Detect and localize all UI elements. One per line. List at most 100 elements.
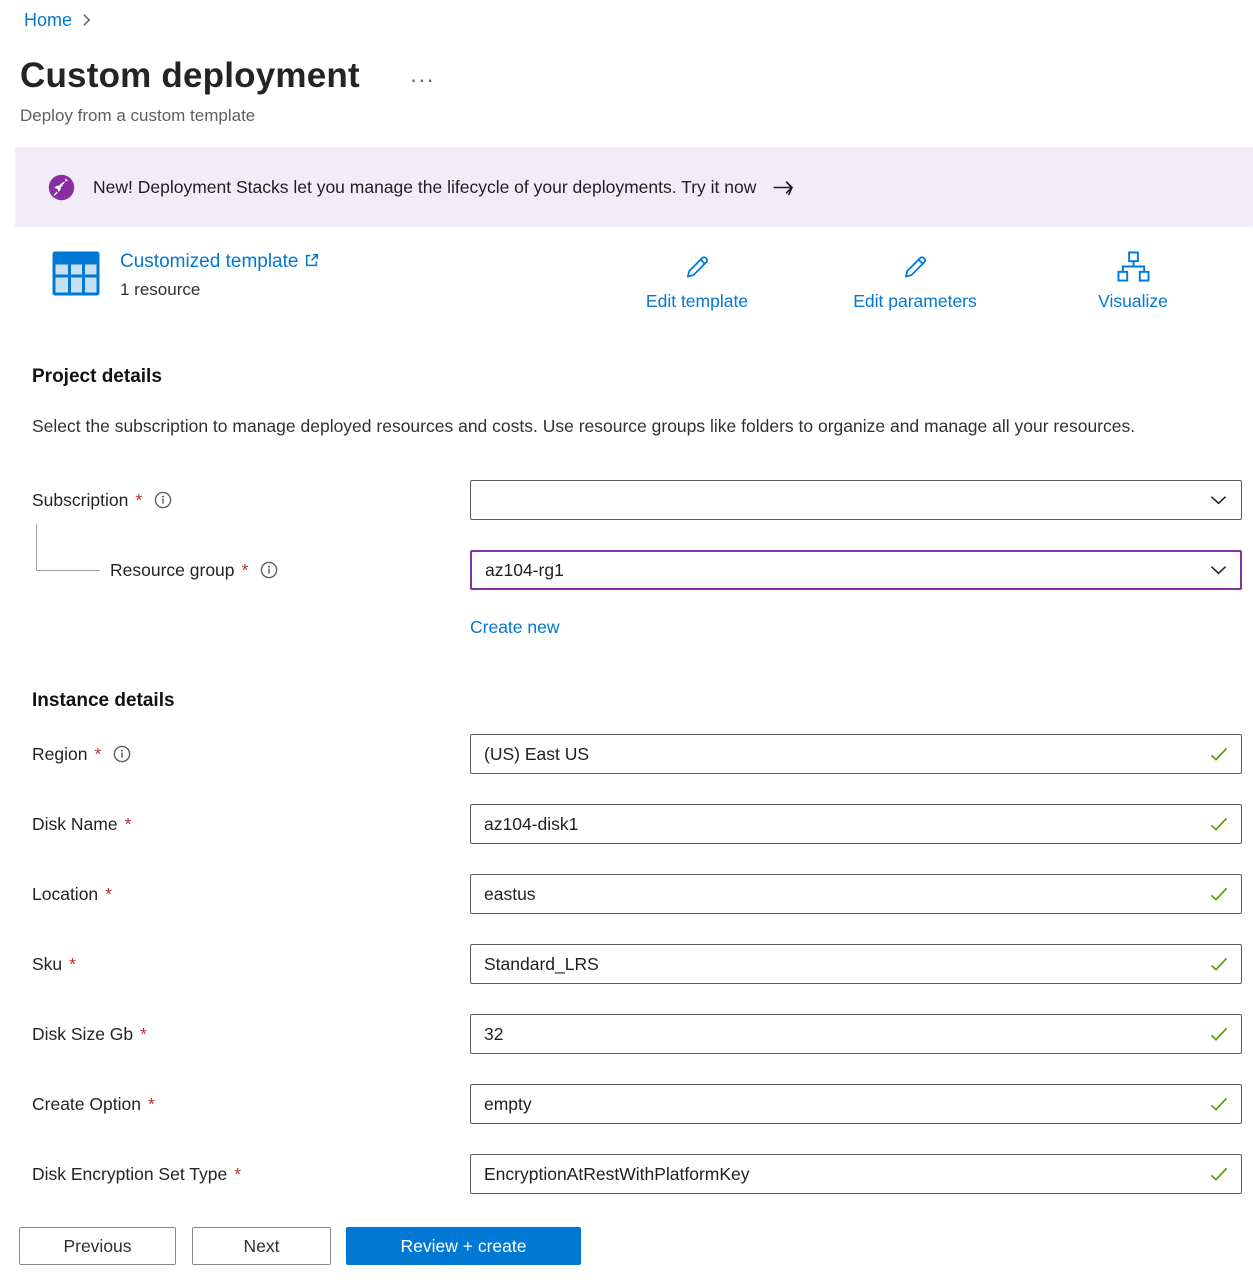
disk-encryption-set-type-input[interactable]: [470, 1154, 1242, 1194]
region-input[interactable]: [470, 734, 1242, 774]
region-field: [470, 734, 1242, 774]
disk-encryption-set-type-field: [470, 1154, 1242, 1194]
region-row: Region *: [32, 734, 1242, 774]
location-field: [470, 874, 1242, 914]
disk-size-row: Disk Size Gb *: [32, 1014, 1242, 1054]
parent-child-connector-line: [36, 524, 100, 571]
chevron-down-icon: [1210, 495, 1227, 505]
template-resource-count: 1 resource: [120, 280, 319, 300]
required-asterisk: *: [140, 1024, 147, 1045]
previous-button[interactable]: Previous: [19, 1227, 176, 1265]
create-option-input[interactable]: [470, 1084, 1242, 1124]
title-row: Custom deployment ···: [20, 56, 1242, 96]
resource-group-select[interactable]: az104-rg1: [470, 550, 1242, 590]
valid-check-icon: [1209, 747, 1229, 762]
page-content: Home Custom deployment ··· Deploy from a…: [0, 0, 1253, 1194]
footer-action-bar: Previous Next Review + create: [0, 1212, 1253, 1280]
valid-check-icon: [1209, 887, 1229, 902]
required-asterisk: *: [135, 490, 142, 511]
edit-template-button[interactable]: Edit template: [588, 251, 806, 312]
template-icon: [52, 251, 100, 301]
required-asterisk: *: [69, 954, 76, 975]
project-details-description: Select the subscription to manage deploy…: [32, 411, 1180, 442]
resource-group-value: az104-rg1: [485, 560, 564, 581]
pencil-icon: [900, 251, 931, 282]
valid-check-icon: [1209, 817, 1229, 832]
info-icon[interactable]: [113, 745, 131, 763]
resource-group-field: az104-rg1: [470, 550, 1242, 590]
disk-size-input[interactable]: [470, 1014, 1242, 1054]
instance-details-heading: Instance details: [32, 690, 1242, 712]
disk-name-input[interactable]: [470, 804, 1242, 844]
breadcrumb-chevron-right-icon: [82, 13, 91, 27]
arrow-right-icon[interactable]: [772, 180, 795, 195]
subscription-row: Subscription *: [32, 480, 1242, 520]
disk-size-label-text: Disk Size Gb: [32, 1024, 133, 1045]
project-details-heading: Project details: [32, 366, 1242, 388]
info-icon[interactable]: [154, 491, 172, 509]
create-new-link[interactable]: Create new: [470, 617, 560, 638]
valid-check-icon: [1209, 1027, 1229, 1042]
disk-name-field: [470, 804, 1242, 844]
disk-name-row: Disk Name *: [32, 804, 1242, 844]
visualize-button[interactable]: Visualize: [1024, 251, 1242, 312]
disk-encryption-set-type-label: Disk Encryption Set Type *: [32, 1164, 470, 1185]
create-option-label-text: Create Option: [32, 1094, 141, 1115]
disk-name-label-text: Disk Name: [32, 814, 118, 835]
info-icon[interactable]: [260, 561, 278, 579]
valid-check-icon: [1209, 957, 1229, 972]
next-button[interactable]: Next: [192, 1227, 331, 1265]
template-name: Customized template: [120, 251, 298, 273]
instance-details-form: Region *: [32, 734, 1242, 1194]
disk-name-label: Disk Name *: [32, 814, 470, 835]
project-details-form: Subscription *: [32, 480, 1242, 638]
disk-size-field: [470, 1014, 1242, 1054]
sku-input[interactable]: [470, 944, 1242, 984]
sku-row: Sku *: [32, 944, 1242, 984]
resource-group-row: Resource group * az104-rg1: [32, 550, 1242, 590]
disk-encryption-set-type-row: Disk Encryption Set Type *: [32, 1154, 1242, 1194]
breadcrumb: Home: [24, 8, 1242, 32]
breadcrumb-home-link[interactable]: Home: [24, 10, 72, 31]
sku-label-text: Sku: [32, 954, 62, 975]
sku-field: [470, 944, 1242, 984]
create-option-label: Create Option *: [32, 1094, 470, 1115]
required-asterisk: *: [148, 1094, 155, 1115]
customized-template-link[interactable]: Customized template: [120, 251, 319, 273]
subscription-field: [470, 480, 1242, 520]
chevron-down-icon: [1210, 565, 1227, 575]
banner-text: New! Deployment Stacks let you manage th…: [93, 177, 756, 198]
hierarchy-icon: [1117, 251, 1150, 282]
pencil-icon: [682, 251, 713, 282]
required-asterisk: *: [242, 560, 249, 581]
more-options-button[interactable]: ···: [410, 67, 435, 85]
create-option-field: [470, 1084, 1242, 1124]
page-subtitle: Deploy from a custom template: [20, 106, 1242, 126]
create-option-row: Create Option *: [32, 1084, 1242, 1124]
region-label: Region *: [32, 744, 470, 765]
location-row: Location *: [32, 874, 1242, 914]
required-asterisk: *: [125, 814, 132, 835]
valid-check-icon: [1209, 1097, 1229, 1112]
required-asterisk: *: [234, 1164, 241, 1185]
resource-group-label-text: Resource group: [110, 560, 235, 581]
disk-encryption-set-type-label-text: Disk Encryption Set Type: [32, 1164, 227, 1185]
location-label-text: Location: [32, 884, 98, 905]
template-summary-row: Customized template 1 resource: [32, 251, 1242, 312]
location-input[interactable]: [470, 874, 1242, 914]
page-title: Custom deployment: [20, 56, 360, 96]
sku-label: Sku *: [32, 954, 470, 975]
edit-template-label: Edit template: [646, 291, 748, 312]
announcement-banner: New! Deployment Stacks let you manage th…: [15, 147, 1253, 227]
region-label-text: Region: [32, 744, 87, 765]
required-asterisk: *: [94, 744, 101, 765]
disk-size-label: Disk Size Gb *: [32, 1024, 470, 1045]
required-asterisk: *: [105, 884, 112, 905]
external-link-icon: [304, 253, 319, 268]
custom-deployment-page: Home Custom deployment ··· Deploy from a…: [0, 0, 1253, 1280]
template-actions: Edit template Edit parameters: [588, 251, 1242, 312]
review-create-button[interactable]: Review + create: [346, 1227, 581, 1265]
location-label: Location *: [32, 884, 470, 905]
subscription-select[interactable]: [470, 480, 1242, 520]
edit-parameters-button[interactable]: Edit parameters: [806, 251, 1024, 312]
